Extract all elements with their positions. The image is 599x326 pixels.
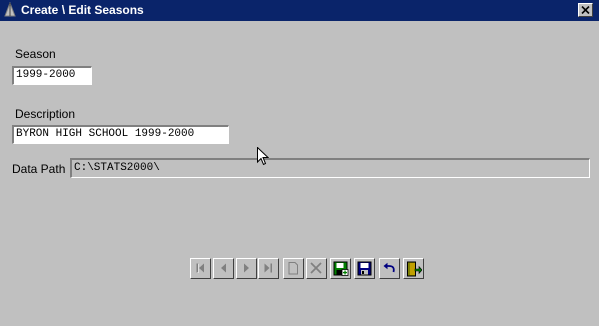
- window-title: Create \ Edit Seasons: [21, 3, 144, 17]
- add-record-button[interactable]: [330, 258, 351, 279]
- last-record-button[interactable]: [258, 258, 279, 279]
- exit-door-icon: [407, 261, 422, 277]
- exit-button[interactable]: [403, 258, 424, 279]
- undo-icon: [383, 262, 395, 273]
- close-icon: [581, 6, 590, 14]
- previous-record-button[interactable]: [213, 258, 234, 279]
- undo-button[interactable]: [379, 258, 400, 279]
- next-record-button[interactable]: [236, 258, 257, 279]
- floppy-disk-icon: [357, 261, 372, 276]
- data-path-field: C:\STATS2000\: [70, 158, 590, 178]
- save-add-icon: [333, 261, 349, 276]
- new-page-icon: [288, 262, 298, 275]
- new-record-button[interactable]: [283, 258, 304, 279]
- save-record-button[interactable]: [354, 258, 375, 279]
- previous-icon: [221, 263, 226, 273]
- last-icon: [264, 263, 272, 273]
- data-path-label: Data Path: [12, 162, 66, 176]
- season-input[interactable]: 1999-2000: [12, 66, 92, 85]
- app-sail-icon: [4, 2, 16, 17]
- close-button[interactable]: [578, 3, 593, 17]
- next-icon: [244, 263, 249, 273]
- mouse-pointer-icon: [257, 147, 269, 166]
- delete-x-icon: [310, 262, 322, 274]
- season-label: Season: [15, 47, 56, 61]
- title-bar[interactable]: Create \ Edit Seasons: [0, 0, 599, 21]
- create-edit-seasons-window: Create \ Edit Seasons Season 1999-2000 D…: [0, 0, 599, 326]
- first-record-button[interactable]: [190, 258, 211, 279]
- delete-record-button[interactable]: [306, 258, 327, 279]
- description-label: Description: [15, 107, 76, 121]
- description-input[interactable]: BYRON HIGH SCHOOL 1999-2000: [12, 125, 229, 144]
- first-icon: [196, 263, 204, 273]
